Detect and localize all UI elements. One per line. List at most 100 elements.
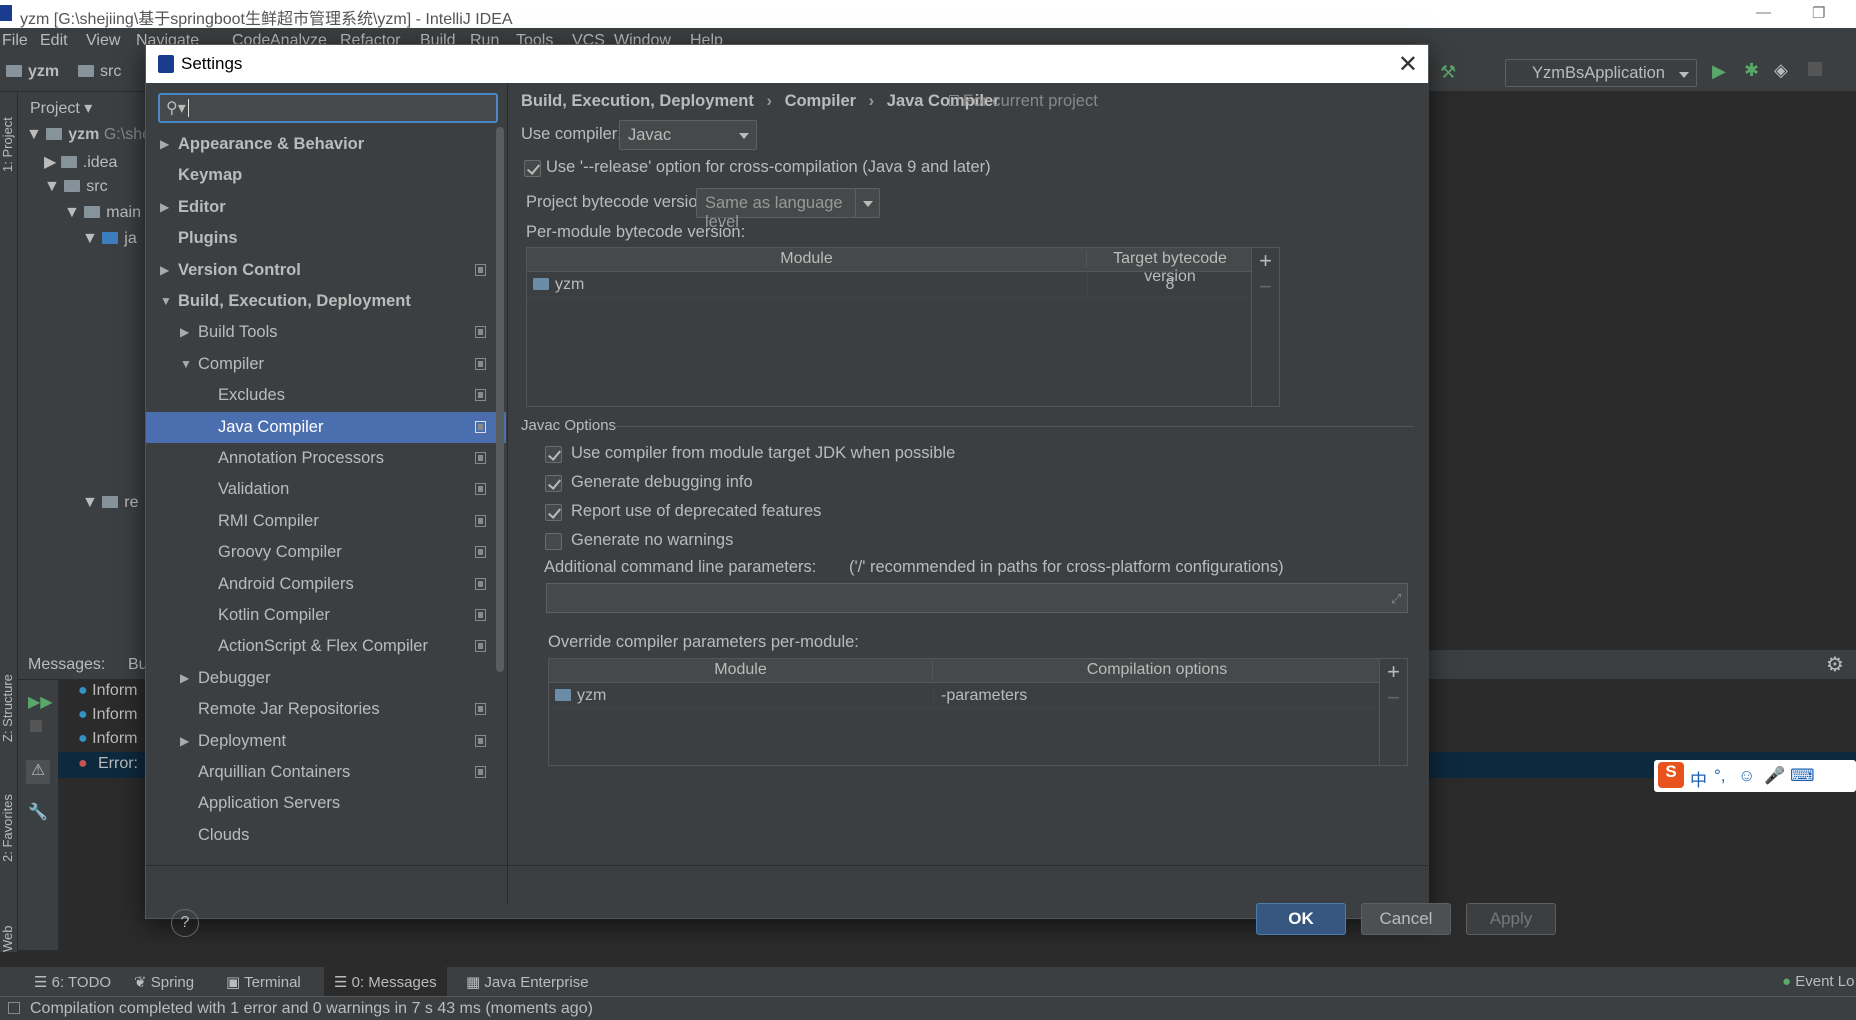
terminal-tab[interactable]: ▣ Terminal: [226, 973, 301, 991]
tree-item[interactable]: ▼ Build, Execution, Deployment: [146, 286, 506, 317]
tree-item[interactable]: Plugins: [146, 223, 506, 254]
tree-item[interactable]: RMI Compiler: [146, 506, 506, 537]
tree-item[interactable]: ▶ Appearance & Behavior: [146, 129, 506, 160]
project-tree-item[interactable]: ▶ .idea: [44, 152, 117, 172]
event-log-tab[interactable]: ● Event Lo: [1782, 973, 1854, 990]
column-header[interactable]: Module: [549, 661, 933, 679]
close-icon[interactable]: ✕: [1398, 50, 1418, 79]
ok-button[interactable]: OK: [1256, 903, 1346, 935]
breadcrumb-src[interactable]: src: [78, 63, 121, 81]
expand-icon[interactable]: ⤢: [1391, 591, 1401, 607]
todo-tab[interactable]: ☰ 6: TODO: [34, 973, 111, 991]
tree-item[interactable]: Java Compiler: [146, 411, 506, 443]
settings-gear-icon[interactable]: ⚙: [1826, 652, 1844, 677]
version-cell[interactable]: 8: [1089, 276, 1251, 294]
message-row[interactable]: ● Inform: [78, 730, 137, 748]
debug-icon[interactable]: ✱: [1744, 60, 1759, 81]
breadcrumb-project[interactable]: yzm: [6, 63, 59, 81]
expanded-arrow-icon[interactable]: ▼: [180, 349, 192, 380]
menu-file[interactable]: File: [2, 32, 28, 50]
project-tree-item[interactable]: ▼ main: [64, 204, 141, 222]
structure-tool-tab[interactable]: Z: Structure: [0, 652, 18, 742]
collapsed-arrow-icon[interactable]: ▶: [180, 317, 189, 348]
options-cell[interactable]: -parameters: [941, 687, 1027, 705]
java-enterprise-tab[interactable]: ▦ Java Enterprise: [466, 973, 589, 991]
option-checkbox-debug-info[interactable]: [545, 475, 562, 492]
build-icon[interactable]: ⚒: [1440, 62, 1456, 83]
project-root-item[interactable]: ▼ yzm G:\she: [26, 126, 151, 144]
project-bytecode-select[interactable]: Same as language level: [696, 188, 880, 231]
option-checkbox-target-jdk[interactable]: [545, 446, 562, 463]
menu-view[interactable]: View: [86, 32, 120, 50]
project-tree-item[interactable]: ▼ re: [82, 494, 139, 512]
web-tool-tab[interactable]: Web: [0, 912, 18, 953]
option-checkbox-no-warnings[interactable]: [545, 533, 562, 550]
stop-icon[interactable]: [1808, 62, 1822, 76]
project-tree-item[interactable]: ▼ ja: [82, 230, 137, 248]
tree-item[interactable]: Excludes: [146, 380, 506, 411]
release-option-checkbox[interactable]: [524, 160, 541, 177]
collapsed-arrow-icon[interactable]: ▶: [160, 129, 169, 160]
column-header[interactable]: Compilation options: [935, 661, 1379, 679]
project-tool-tab[interactable]: 1: Project: [0, 102, 18, 172]
spring-tab[interactable]: ❦ Spring: [134, 973, 194, 991]
wrench-icon[interactable]: 🔧: [28, 802, 48, 822]
table-row[interactable]: yzm 8: [527, 272, 1251, 298]
tree-item[interactable]: Keymap: [146, 160, 506, 191]
remove-icon[interactable]: −: [1252, 274, 1279, 300]
expanded-arrow-icon[interactable]: ▼: [160, 286, 172, 317]
add-icon[interactable]: +: [1380, 659, 1407, 685]
bytecode-version-table: Module Target bytecode version yzm 8: [526, 247, 1252, 407]
option-label: Generate no warnings: [571, 531, 734, 549]
restore-icon[interactable]: ❐: [1812, 4, 1825, 22]
tree-item[interactable]: ▶ Build Tools: [146, 317, 506, 348]
collapsed-arrow-icon[interactable]: ▶: [180, 663, 189, 694]
messages-tab[interactable]: ☰ 0: Messages: [324, 967, 447, 997]
favorites-tool-tab[interactable]: 2: Favorites: [0, 772, 18, 862]
tree-item[interactable]: Android Compilers: [146, 569, 506, 600]
use-compiler-select[interactable]: Javac: [619, 120, 757, 150]
collapsed-arrow-icon[interactable]: ▶: [160, 192, 169, 223]
project-view-select[interactable]: Project ▾: [30, 98, 92, 118]
tree-item[interactable]: Groovy Compiler: [146, 537, 506, 568]
stop-icon[interactable]: [30, 720, 42, 732]
tree-item[interactable]: ActionScript & Flex Compiler: [146, 631, 506, 662]
help-button[interactable]: ?: [171, 909, 199, 937]
additional-params-input[interactable]: [546, 583, 1408, 613]
tree-item[interactable]: Application Servers: [146, 788, 506, 819]
project-tree-item[interactable]: ▼ src: [44, 178, 108, 196]
tree-item[interactable]: Remote Jar Repositories: [146, 694, 506, 725]
tree-item[interactable]: ▶ Editor: [146, 192, 506, 223]
ime-toolbar[interactable]: S 中 °, ☺ 🎤 ⌨: [1654, 760, 1856, 792]
menu-edit[interactable]: Edit: [40, 32, 68, 50]
collapsed-arrow-icon[interactable]: ▶: [180, 726, 189, 757]
cancel-button[interactable]: Cancel: [1361, 903, 1451, 935]
tree-item[interactable]: ▶ Version Control: [146, 255, 506, 286]
run-icon[interactable]: ▶: [1712, 61, 1726, 82]
tree-item[interactable]: Annotation Processors: [146, 443, 506, 474]
tree-item[interactable]: ▼ Compiler: [146, 349, 506, 380]
tree-item[interactable]: Clouds: [146, 820, 506, 851]
toggle-panels-icon[interactable]: [8, 1002, 20, 1014]
minimize-icon[interactable]: —: [1756, 4, 1771, 21]
option-checkbox-deprecated[interactable]: [545, 504, 562, 521]
tree-item[interactable]: Kotlin Compiler: [146, 600, 506, 631]
column-header[interactable]: Module: [527, 250, 1087, 268]
warning-filter-icon[interactable]: ⚠: [26, 760, 50, 784]
tree-scrollbar[interactable]: [496, 127, 504, 672]
remove-icon[interactable]: −: [1380, 685, 1407, 711]
apply-button[interactable]: Apply: [1466, 903, 1556, 935]
coverage-icon[interactable]: ◈: [1774, 60, 1788, 81]
tree-item[interactable]: ▶ Debugger: [146, 663, 506, 694]
table-row[interactable]: yzm -parameters: [549, 683, 1379, 709]
message-row[interactable]: ● Inform: [78, 682, 137, 700]
run-configuration-select[interactable]: YzmBsApplication: [1505, 59, 1697, 87]
settings-search-input[interactable]: ⚲▾: [158, 93, 498, 123]
tree-item[interactable]: Validation: [146, 474, 506, 505]
tree-item[interactable]: ▶ Deployment: [146, 726, 506, 757]
collapsed-arrow-icon[interactable]: ▶: [160, 255, 169, 286]
tree-item[interactable]: Arquillian Containers: [146, 757, 506, 788]
add-icon[interactable]: +: [1252, 248, 1279, 274]
rerun-icon[interactable]: ▶▶: [28, 692, 53, 712]
message-row[interactable]: ● Inform: [78, 706, 137, 724]
